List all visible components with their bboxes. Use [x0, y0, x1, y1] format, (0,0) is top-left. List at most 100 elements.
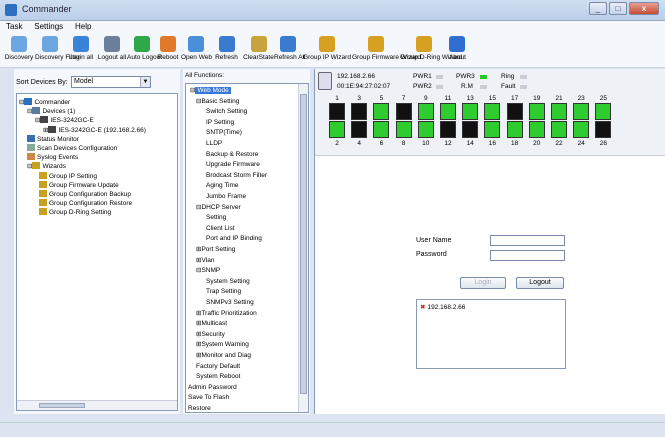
port-16[interactable] — [484, 121, 501, 138]
device-tree-item-commander[interactable]: ⊟ Commander — [19, 98, 70, 107]
menu-settings[interactable]: Settings — [28, 21, 67, 31]
port-5[interactable] — [373, 103, 390, 120]
login-button[interactable]: Login — [460, 277, 506, 289]
toolbar-open-web-button[interactable]: Open Web — [181, 36, 212, 61]
port-4[interactable] — [351, 121, 368, 138]
function-item-setting[interactable]: Setting — [206, 214, 226, 222]
toolbar-about-button[interactable]: About — [449, 36, 466, 61]
device-tree-item-wizards[interactable]: ⊟ Wizards — [27, 162, 66, 171]
menu-task[interactable]: Task — [0, 21, 26, 31]
toolbar-login-all-button[interactable]: Login all — [66, 36, 96, 61]
function-item-system-warning[interactable]: ⊞System Warning — [196, 341, 249, 349]
function-item-admin-password[interactable]: Admin Password — [188, 384, 237, 392]
port-25[interactable] — [595, 103, 612, 120]
toolbar-reboot-button[interactable]: Reboot — [156, 36, 180, 61]
horizontal-scrollbar[interactable] — [17, 400, 177, 410]
function-item-system-setting[interactable]: System Setting — [206, 278, 250, 286]
device-tree-item-syslog-events[interactable]: Syslog Events — [27, 153, 78, 162]
function-item-trap-setting[interactable]: Trap Setting — [206, 288, 241, 296]
port-10[interactable] — [417, 121, 434, 138]
logout-button[interactable]: Logout — [516, 277, 564, 289]
device-tree-item-group-d-ring-setting[interactable]: Group D-Ring Setting — [39, 208, 111, 217]
function-item-upgrade-firmware[interactable]: Upgrade Firmware — [206, 161, 260, 169]
maximize-button[interactable]: □ — [609, 2, 627, 15]
device-tree-item-ies-3242gc-e-192-168-2-66[interactable]: ⊞ IES-3242GC-E (192.168.2.66) — [43, 125, 146, 135]
port-6[interactable] — [373, 121, 390, 138]
port-21[interactable] — [551, 103, 567, 120]
function-item-sntp-time[interactable]: SNTP(Time) — [206, 129, 242, 137]
function-item-port-and-ip-binding[interactable]: Port and IP Binding — [206, 235, 262, 243]
function-item-jumbo-frame[interactable]: Jumbo Frame — [206, 193, 246, 201]
toolbar-group-d-ring-wizard-button[interactable]: Group D-Ring Wizard — [400, 36, 462, 61]
port-20[interactable] — [528, 121, 545, 138]
device-tree-item-ies-3242gc-e[interactable]: ⊟ IES-3242GC-E — [35, 116, 94, 125]
port-15[interactable] — [484, 103, 501, 120]
function-item-security[interactable]: ⊞Security — [196, 331, 225, 339]
port-12[interactable] — [440, 121, 456, 138]
scrollbar-thumb[interactable] — [39, 403, 85, 408]
function-item-brodcast-storm-filter[interactable]: Brodcast Storm Filter — [206, 172, 267, 180]
function-item-save-to-flash[interactable]: Save To Flash — [188, 394, 229, 402]
function-item-vlan[interactable]: ⊞Vlan — [196, 257, 214, 265]
function-item-client-list[interactable]: Client List — [206, 225, 235, 233]
minimize-button[interactable]: _ — [589, 2, 607, 15]
toolbar-discovery-filter-button[interactable]: Discovery Filter — [35, 36, 80, 61]
function-item-switch-setting[interactable]: Switch Setting — [206, 108, 247, 116]
sort-devices-select[interactable]: Model ▼ — [71, 76, 151, 88]
port-26[interactable] — [595, 121, 612, 138]
port-8[interactable] — [395, 121, 412, 138]
function-item-lldp[interactable]: LLDP — [206, 140, 222, 148]
function-item-basic-setting[interactable]: ⊟Basic Setting — [196, 98, 239, 106]
device-tree-item-group-configuration-restore[interactable]: Group Configuration Restore — [39, 199, 132, 208]
device-tree-item-group-configuration-backup[interactable]: Group Configuration Backup — [39, 190, 131, 199]
function-item-backup-restore[interactable]: Backup & Restore — [206, 151, 258, 159]
function-item-aging-time[interactable]: Aging Time — [206, 182, 239, 190]
function-item-web-mode[interactable]: ⊟ Web Mode — [190, 87, 231, 95]
function-item-monitor-and-diag[interactable]: ⊞Monitor and Diag — [196, 352, 251, 360]
function-item-dhcp-server[interactable]: ⊟DHCP Server — [196, 204, 241, 212]
device-tree-item-group-firmware-update[interactable]: Group Firmware Update — [39, 180, 119, 190]
port-19[interactable] — [528, 103, 545, 120]
device-tree-item-status-monitor[interactable]: Status Monitor — [27, 134, 79, 144]
port-24[interactable] — [573, 121, 590, 138]
close-button[interactable]: x — [629, 2, 659, 15]
login-result-item[interactable]: ✖ 192.168.2.66 — [420, 304, 465, 312]
function-item-multicast[interactable]: ⊞Multicast — [196, 320, 227, 328]
user-name-input[interactable] — [490, 235, 565, 246]
port-1[interactable] — [329, 103, 345, 120]
function-item-factory-default[interactable]: Factory Default — [196, 363, 240, 371]
toolbar-refresh-all-button[interactable]: Refresh All — [274, 36, 305, 61]
title-bar[interactable]: Commander _ □ x — [0, 0, 665, 21]
device-tree-item-scan-devices-configuration[interactable]: Scan Devices Configuration — [27, 144, 117, 153]
toolbar-refresh-button[interactable]: Refresh — [211, 36, 242, 61]
toolbar-group-ip-wizard-button[interactable]: Group IP Wizard — [303, 36, 351, 61]
port-17[interactable] — [506, 103, 523, 120]
port-11[interactable] — [440, 103, 456, 120]
port-9[interactable] — [417, 103, 434, 120]
scrollbar-thumb[interactable] — [300, 94, 307, 394]
function-item-snmpv3-setting[interactable]: SNMPv3 Setting — [206, 299, 254, 307]
password-input[interactable] — [490, 250, 565, 261]
function-item-traffic-prioritization[interactable]: ⊞Traffic Prioritization — [196, 310, 257, 318]
toolbar-group-firmware-wizard-button[interactable]: Group Firmware Wizard — [352, 36, 421, 61]
toolbar-logout-all-button[interactable]: Logout all — [97, 36, 127, 61]
vertical-scrollbar[interactable] — [298, 84, 308, 412]
toolbar-discovery-button[interactable]: Discovery — [4, 36, 34, 61]
port-22[interactable] — [551, 121, 567, 138]
function-item-port-setting[interactable]: ⊞Port Setting — [196, 246, 235, 254]
toolbar-auto-logout-button[interactable]: Auto Logout — [127, 36, 162, 61]
device-tree-item-devices-1[interactable]: ⊟ Devices (1) — [27, 107, 75, 116]
port-7[interactable] — [395, 103, 412, 120]
function-item-restore[interactable]: Restore — [188, 405, 211, 412]
toolbar-clearstate-button[interactable]: ClearState — [243, 36, 274, 61]
function-item-snmp[interactable]: ⊟SNMP — [196, 267, 220, 275]
function-item-ip-setting[interactable]: IP Setting — [206, 119, 234, 127]
device-tree-item-group-ip-setting[interactable]: Group IP Setting — [39, 171, 97, 181]
port-18[interactable] — [506, 121, 523, 138]
menu-help[interactable]: Help — [69, 21, 95, 31]
port-2[interactable] — [329, 121, 345, 138]
port-14[interactable] — [462, 121, 479, 138]
function-item-system-reboot[interactable]: System Reboot — [196, 373, 240, 381]
port-3[interactable] — [351, 103, 368, 120]
port-13[interactable] — [462, 103, 479, 120]
